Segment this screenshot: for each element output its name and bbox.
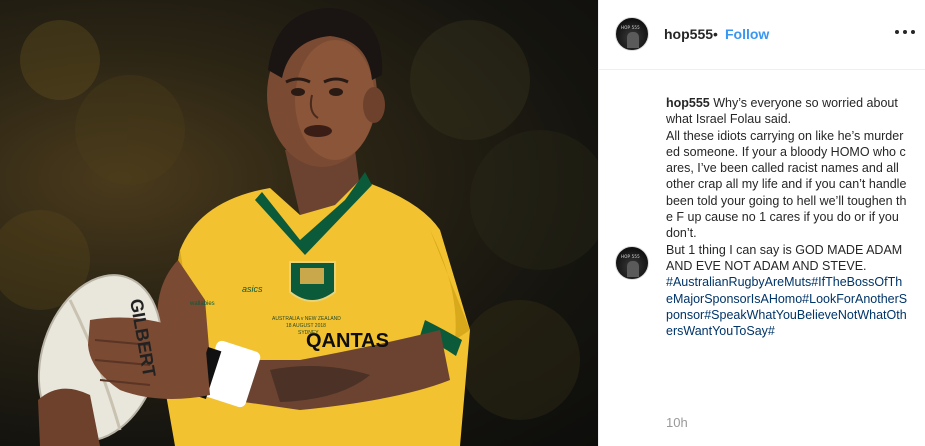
maker-text: asics [242,284,263,294]
instagram-post: QANTAS GILBERT AUSTRALIA v NEW ZEALAND 1… [0,0,925,446]
more-options-icon[interactable] [895,22,915,42]
avatar-figure [627,32,639,48]
badge-date-text: 18 AUGUST 2018 [286,323,326,329]
avatar-label: HOP 555 [621,254,640,259]
post-header: HOP 555 hop555 • Follow [599,0,925,70]
more-dot [903,30,907,34]
post-side-panel: HOP 555 hop555 • Follow HOP 555 hop555 W… [598,0,925,446]
more-dot [911,30,915,34]
rugby-player-illustration: QANTAS GILBERT AUSTRALIA v NEW ZEALAND 1… [0,8,598,446]
caption-author-avatar[interactable]: HOP 555 [615,246,649,280]
post-caption: hop555 Why’s everyone so worried about w… [666,95,908,339]
avatar-label: HOP 555 [621,25,640,30]
avatar-figure [627,261,639,277]
follow-button[interactable]: Follow [725,26,769,42]
caption-hashtags[interactable]: #AustralianRugbyAreMuts#IfTheBossOfTheMa… [666,275,907,338]
badge-text: AUSTRALIA v NEW ZEALAND [272,316,341,322]
more-dot [895,30,899,34]
caption-text: Why’s everyone so worried about what Isr… [666,96,907,273]
caption-username[interactable]: hop555 [666,96,710,110]
post-timestamp[interactable]: 10h [666,415,688,430]
badge-city-text: SYDNEY [298,330,319,336]
post-photo[interactable]: QANTAS GILBERT AUSTRALIA v NEW ZEALAND 1… [0,0,598,446]
author-username[interactable]: hop555 [664,26,713,42]
separator-dot: • [713,26,718,42]
author-avatar[interactable]: HOP 555 [615,17,649,51]
wallabies-text: wallabies [189,301,215,307]
